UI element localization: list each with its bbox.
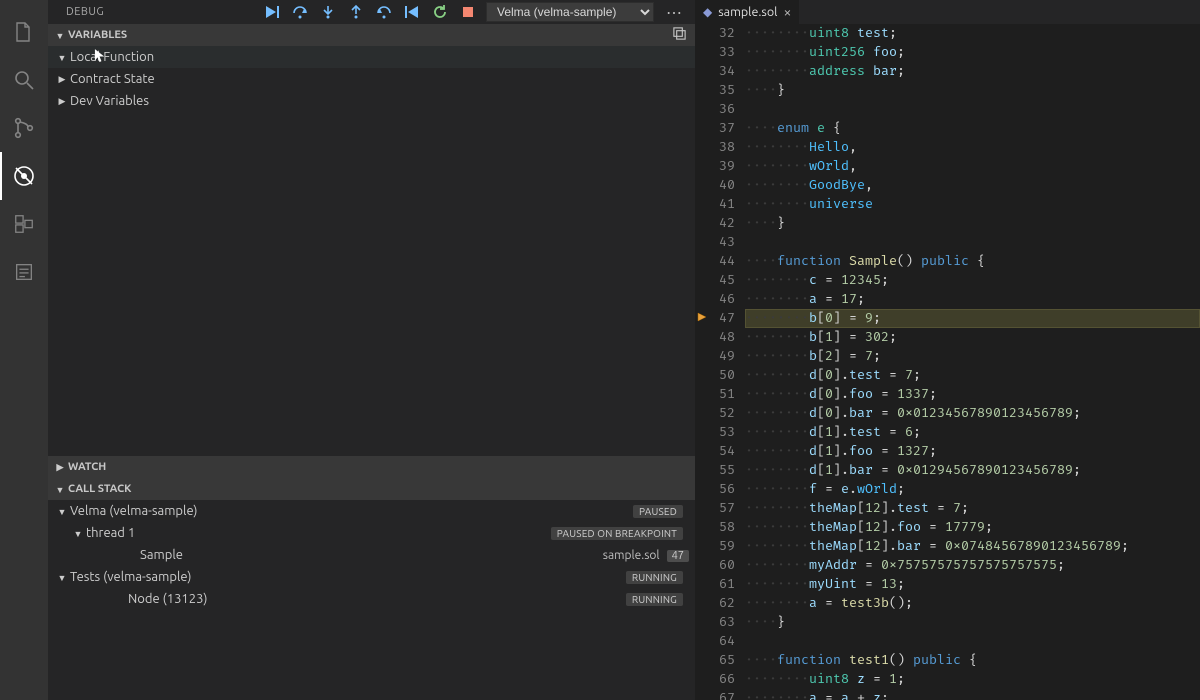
step-back-button[interactable]	[374, 2, 394, 22]
line-number-gutter: 3233343536373839404142434445464748495051…	[711, 24, 745, 700]
session-label: Tests (velma-sample)	[70, 570, 191, 584]
variables-panel-header[interactable]: VARIABLES	[48, 24, 695, 46]
code-lines[interactable]: ········uint8 test;········uint256 foo;·…	[745, 24, 1200, 700]
continue-button[interactable]	[262, 2, 282, 22]
chevron-down-icon	[70, 528, 86, 539]
step-over-button[interactable]	[290, 2, 310, 22]
editor: ◆ sample.sol × 3233343536373839404142434…	[695, 0, 1200, 700]
activity-search-icon[interactable]	[0, 56, 48, 104]
close-icon[interactable]: ×	[783, 4, 791, 20]
session-label: Velma (velma-sample)	[70, 504, 198, 518]
frame-label: Sample	[140, 548, 183, 562]
chevron-down-icon	[52, 30, 68, 41]
scope-dev-variables[interactable]: Dev Variables	[48, 90, 695, 112]
callstack-panel-header[interactable]: CALL STACK	[48, 478, 695, 500]
scope-label: Dev Variables	[70, 94, 149, 108]
callstack-thread[interactable]: thread 1 PAUSED ON BREAKPOINT	[48, 522, 695, 544]
callstack-frame[interactable]: Sample sample.sol 47	[48, 544, 695, 566]
breakpoint-gutter[interactable]	[695, 24, 711, 700]
restart-button[interactable]	[430, 2, 450, 22]
scope-local-function[interactable]: Local Function	[48, 46, 695, 68]
scope-label: Contract State	[70, 72, 155, 86]
chevron-right-icon	[54, 95, 70, 107]
editor-tab[interactable]: ◆ sample.sol ×	[695, 0, 800, 24]
activity-extensions-icon[interactable]	[0, 200, 48, 248]
variables-title: VARIABLES	[68, 29, 127, 41]
chevron-down-icon	[52, 484, 68, 495]
status-badge: PAUSED	[633, 505, 683, 518]
collapse-all-icon[interactable]	[672, 26, 687, 44]
activity-git-icon[interactable]	[0, 104, 48, 152]
activity-explorer-icon[interactable]	[0, 8, 48, 56]
thread-label: thread 1	[86, 526, 135, 540]
callstack-thread[interactable]: Node (13123) RUNNING	[48, 588, 695, 610]
debug-sidebar: DEBUG Velma (velma-sample) ⋯	[48, 0, 695, 700]
code-area[interactable]: 3233343536373839404142434445464748495051…	[695, 24, 1200, 700]
debug-toolbar: Velma (velma-sample) ⋯	[262, 0, 695, 24]
stop-button[interactable]	[458, 2, 478, 22]
scope-contract-state[interactable]: Contract State	[48, 68, 695, 90]
watch-title: WATCH	[68, 461, 106, 473]
step-into-button[interactable]	[318, 2, 338, 22]
watch-panel-header[interactable]: WATCH	[48, 456, 695, 478]
frame-line: 47	[667, 550, 689, 562]
solidity-file-icon: ◆	[703, 5, 712, 19]
callstack-session[interactable]: Tests (velma-sample) RUNNING	[48, 566, 695, 588]
status-badge: RUNNING	[626, 593, 683, 606]
reverse-button[interactable]	[402, 2, 422, 22]
chevron-right-icon	[52, 461, 68, 473]
activity-other-icon[interactable]	[0, 248, 48, 296]
variables-body: Local Function Contract State Dev Variab…	[48, 46, 695, 112]
step-out-button[interactable]	[346, 2, 366, 22]
tab-label: sample.sol	[718, 5, 777, 19]
debug-more-icon[interactable]: ⋯	[662, 3, 687, 22]
activity-debug-icon[interactable]	[0, 152, 48, 200]
chevron-down-icon	[54, 506, 70, 517]
chevron-down-icon	[54, 572, 70, 583]
debug-config-select[interactable]: Velma (velma-sample)	[486, 2, 654, 22]
status-badge: PAUSED ON BREAKPOINT	[551, 527, 683, 540]
activity-bar	[0, 0, 48, 700]
chevron-down-icon	[54, 52, 70, 63]
callstack-session[interactable]: Velma (velma-sample) PAUSED	[48, 500, 695, 522]
thread-label: Node (13123)	[128, 592, 208, 606]
editor-tab-bar: ◆ sample.sol ×	[695, 0, 1200, 24]
scope-label: Local Function	[70, 50, 154, 64]
callstack-body: Velma (velma-sample) PAUSED thread 1 PAU…	[48, 500, 695, 610]
frame-file: sample.sol	[603, 549, 660, 562]
status-badge: RUNNING	[626, 571, 683, 584]
callstack-title: CALL STACK	[68, 483, 131, 495]
chevron-right-icon	[54, 73, 70, 85]
